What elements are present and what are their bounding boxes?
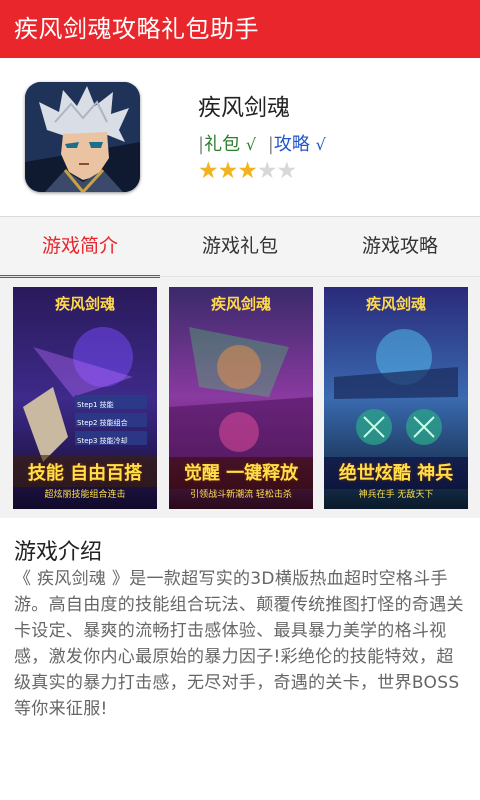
step-item: Step3 技能冷却	[77, 437, 128, 445]
app-info-card: 疾风剑魂 |礼包 √ |攻略 √ ★★★★★	[0, 58, 480, 216]
anime-hero-icon	[25, 82, 140, 192]
description-body: 《 疾风剑魂 》是一款超写实的3D横版热血超时空格斗手游。高自由度的技能组合玩法…	[14, 569, 464, 719]
screenshot-banner: 觉醒 一键释放	[183, 463, 299, 484]
game-description: 游戏介绍 《 疾风剑魂 》是一款超写实的3D横版热血超时空格斗手游。高自由度的技…	[0, 518, 480, 800]
game-logo: 疾风剑魂	[210, 295, 271, 313]
feature-tags: |礼包 √ |攻略 √	[198, 130, 332, 156]
step-item: Step1 技能	[77, 401, 114, 409]
screenshot-banner: 技能 自由百搭	[27, 463, 143, 484]
rating-stars: ★★★★★	[198, 158, 297, 184]
screenshot-3[interactable]: 疾风剑魂 绝世炫酷 神兵 神兵在手 无敌天下	[324, 287, 468, 509]
screenshot-banner: 绝世炫酷 神兵	[338, 463, 454, 484]
step-item: Step2 技能组合	[77, 419, 128, 427]
tab-bar: 游戏简介 游戏礼包 游戏攻略	[0, 216, 480, 278]
game-logo: 疾风剑魂	[54, 295, 115, 313]
check-icon: √	[245, 135, 257, 154]
gift-tag: |礼包 √	[198, 134, 257, 155]
check-icon: √	[315, 135, 326, 154]
guide-tag-label: 攻略	[273, 134, 310, 155]
guide-tag: |攻略 √	[267, 134, 326, 155]
tab-game-guides[interactable]: 游戏攻略	[320, 217, 480, 278]
app-title: 疾风剑魂攻略礼包助手	[14, 15, 259, 43]
screenshot-gallery: 疾风剑魂 Step1 技能 Step2 技能组合 Step3 技能冷却 技能 自…	[0, 278, 480, 518]
description-title: 游戏介绍	[14, 540, 103, 565]
step-list: Step1 技能 Step2 技能组合 Step3 技能冷却	[77, 396, 149, 450]
app-name: 疾风剑魂	[198, 95, 290, 121]
screenshot-subtitle: 超炫丽技能组合连击	[44, 490, 126, 500]
tab-game-gifts[interactable]: 游戏礼包	[160, 217, 320, 278]
star-empty-icon: ★★	[256, 158, 297, 184]
screenshot-subtitle: 神兵在手 无敌天下	[358, 490, 434, 500]
gift-tag-label: 礼包	[204, 134, 241, 155]
tab-game-intro[interactable]: 游戏简介	[0, 217, 160, 278]
game-logo: 疾风剑魂	[365, 295, 426, 313]
app-title-bar: 疾风剑魂攻略礼包助手	[0, 0, 480, 58]
star-filled-icon: ★★★	[198, 158, 258, 184]
screenshot-subtitle: 引领战斗新潮流 轻松击杀	[190, 490, 292, 500]
screenshot-2[interactable]: 疾风剑魂 觉醒 一键释放 引领战斗新潮流 轻松击杀	[169, 287, 313, 509]
screenshot-1[interactable]: 疾风剑魂 Step1 技能 Step2 技能组合 Step3 技能冷却 技能 自…	[13, 287, 157, 509]
tab-divider	[0, 276, 480, 277]
